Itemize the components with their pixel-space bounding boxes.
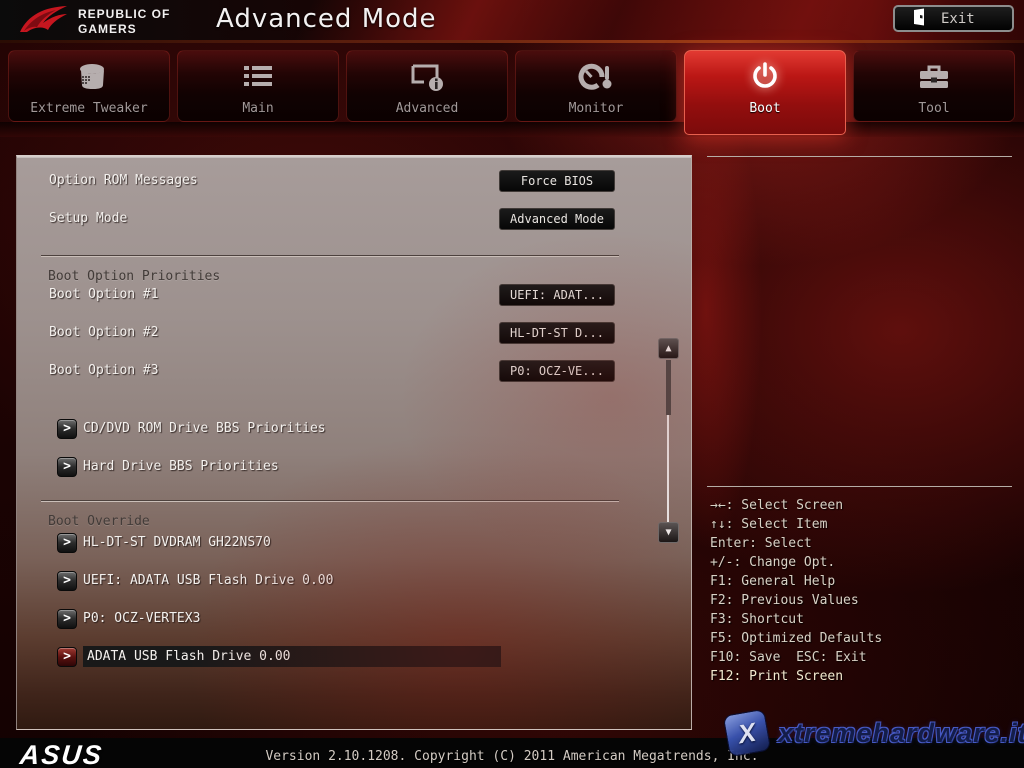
submenu-arrow-icon: > [57,609,77,629]
top-bar-edge [0,40,1024,43]
boot-option-3-value[interactable]: P0: OCZ-VE... [499,360,615,382]
page-title: Advanced Mode [216,4,437,34]
help-line: F3: Shortcut [710,610,882,629]
tab-advanced[interactable]: Advanced [346,50,508,122]
tab-label: Advanced [396,101,459,116]
option-rom-messages-value[interactable]: Force BIOS [499,170,615,192]
scrollbar-thumb[interactable] [666,360,671,415]
help-line: Enter: Select [710,534,882,553]
setup-mode-label: Setup Mode [49,208,127,230]
tab-monitor[interactable]: Monitor [515,50,677,122]
menu-item-label: P0: OCZ-VERTEX3 [83,608,200,629]
setup-mode-value[interactable]: Advanced Mode [499,208,615,230]
help-line: F2: Previous Values [710,591,882,610]
submenu-arrow-icon: > [57,647,77,667]
watermark-text: xtremehardware.it [778,718,1024,749]
exit-label: Exit [941,11,975,27]
help-top-separator [707,156,1012,157]
help-line: F10: Save ESC: Exit [710,648,882,667]
tab-extreme-tweaker[interactable]: Extreme Tweaker [8,50,170,122]
help-line: →←: Select Screen [710,496,882,515]
brand-text: REPUBLIC OF GAMERS [78,7,170,37]
boot-option-1-label: Boot Option #1 [49,284,159,306]
tab-label: Main [242,101,273,116]
separator [41,255,619,257]
brand-line1: REPUBLIC OF [78,7,170,21]
boot-option-3-label: Boot Option #3 [49,360,159,382]
option-rom-messages-label: Option ROM Messages [49,170,198,192]
boot-override-item-uefi-adata[interactable]: > UEFI: ADATA USB Flash Drive 0.00 [57,570,333,591]
power-icon [749,60,781,94]
boot-settings-panel: Option ROM Messages Force BIOS Setup Mod… [16,155,692,730]
help-line: F12: Print Screen [710,667,882,686]
list-icon [242,60,274,94]
help-line: F5: Optimized Defaults [710,629,882,648]
menu-item-label: HL-DT-ST DVDRAM GH22NS70 [83,532,271,553]
cd-dvd-bbs-priorities-item[interactable]: > CD/DVD ROM Drive BBS Priorities [57,418,326,439]
boot-override-item-ocz-vertex3[interactable]: > P0: OCZ-VERTEX3 [57,608,200,629]
separator [41,500,619,502]
exit-button[interactable]: Exit [893,5,1014,32]
tab-label: Extreme Tweaker [30,101,147,116]
boot-override-item-dvdram[interactable]: > HL-DT-ST DVDRAM GH22NS70 [57,532,271,553]
door-exit-icon [911,8,927,30]
help-bottom-separator [707,486,1012,487]
gauge-thermometer-icon [578,60,614,94]
scroll-down-button[interactable]: ▼ [658,522,679,543]
tab-bar: Extreme Tweaker Main Advanced [8,50,1015,135]
rog-brand: REPUBLIC OF GAMERS [18,2,170,42]
help-line: F1: General Help [710,572,882,591]
tab-tool[interactable]: Tool [853,50,1015,122]
submenu-arrow-icon: > [57,457,77,477]
tab-boot[interactable]: Boot [684,50,846,135]
submenu-arrow-icon: > [57,571,77,591]
boot-option-2-value[interactable]: HL-DT-ST D... [499,322,615,344]
boot-option-1-value[interactable]: UEFI: ADAT... [499,284,615,306]
top-bar: REPUBLIC OF GAMERS Advanced Mode Exit [0,0,1024,40]
tweaker-knob-icon [71,60,107,94]
menu-item-label-selected: ADATA USB Flash Drive 0.00 [83,646,501,667]
toolbox-icon [917,60,951,94]
key-help-panel: →←: Select Screen ↑↓: Select Item Enter:… [710,496,882,686]
help-line: +/-: Change Opt. [710,553,882,572]
monitor-info-icon [410,60,444,94]
help-line: ↑↓: Select Item [710,515,882,534]
tab-main[interactable]: Main [177,50,339,122]
boot-option-2-label: Boot Option #2 [49,322,159,344]
submenu-arrow-icon: > [57,419,77,439]
menu-item-label: Hard Drive BBS Priorities [83,456,279,477]
watermark-x-icon: X [723,709,772,758]
watermark: X xtremehardware.it [726,712,1024,754]
boot-override-item-adata-selected[interactable]: > ADATA USB Flash Drive 0.00 [57,646,501,667]
boot-override-section-title: Boot Override [48,513,150,531]
tab-label: Tool [918,101,949,116]
scroll-up-button[interactable]: ▲ [658,338,679,359]
menu-item-label: UEFI: ADATA USB Flash Drive 0.00 [83,570,333,591]
tab-label: Boot [749,101,780,116]
hard-drive-bbs-priorities-item[interactable]: > Hard Drive BBS Priorities [57,456,279,477]
brand-line2: GAMERS [78,22,137,36]
tab-label: Monitor [569,101,624,116]
menu-item-label: CD/DVD ROM Drive BBS Priorities [83,418,326,439]
submenu-arrow-icon: > [57,533,77,553]
rog-logo-icon [18,2,70,42]
